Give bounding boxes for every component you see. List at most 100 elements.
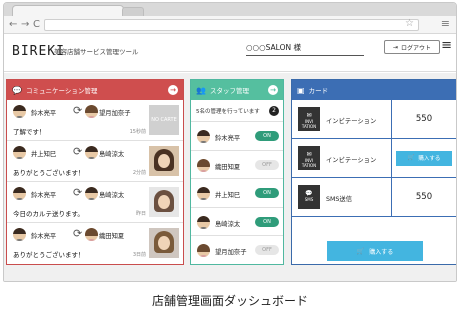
avatar <box>85 105 98 118</box>
message-text: 了解です！ <box>13 128 46 136</box>
message-time: 昨日 <box>135 211 146 217</box>
avatar <box>197 130 210 143</box>
communication-header: 💬 コミュニケーション管理 → <box>7 80 183 100</box>
exchange-icon: ⟳ <box>73 186 83 199</box>
card-header: ▣ カード <box>292 80 456 100</box>
message-text: 今日のカルテ送ります。 <box>13 210 84 218</box>
address-bar: ← → C ☆ ≡ <box>4 16 456 34</box>
staff-name: 望月加奈子 <box>215 249 247 256</box>
card-label: SMS送信 <box>326 196 353 203</box>
bookmark-star-icon[interactable]: ☆ <box>405 18 414 29</box>
back-icon[interactable]: ← <box>9 18 17 32</box>
avatar <box>85 228 98 241</box>
message-row[interactable]: 鈴木亮平 ⟳ 望月加奈子 了解です！ 15秒前 NO CARTE <box>7 100 183 141</box>
exchange-icon: ⟳ <box>73 145 83 158</box>
sms-icon: 💬 SMS <box>298 185 320 209</box>
browser-window: ← → C ☆ ≡ BIREKI 美容店舗サービス管理ツール ○○○SALON … <box>3 2 457 282</box>
staff-title: スタッフ管理 <box>209 87 249 95</box>
carte-photo-placeholder[interactable]: NO CARTE <box>149 105 179 135</box>
avatar <box>13 146 26 159</box>
card-count: 550 <box>415 192 433 202</box>
card-title: カード <box>308 87 329 95</box>
staff-row: 鈴木亮平 ON <box>191 122 283 151</box>
card-label: インビテーション <box>326 157 377 164</box>
message-time: 15秒前 <box>129 129 146 135</box>
card-panel: ▣ カード ✉ INVI TATION インビテーション 550 ✉ INVI … <box>291 79 456 265</box>
url-input[interactable]: ☆ <box>44 18 419 31</box>
message-row[interactable]: 鈴木亮平 ⟳ 織田知夏 ありがとうございます！ 3日前 <box>7 223 183 264</box>
browser-menu-icon[interactable]: ≡ <box>441 17 450 30</box>
message-row[interactable]: 井上知巳 ⟳ 島崎涼太 ありがとうございます！ 2分前 <box>7 141 183 182</box>
staff-header: 👥 スタッフ管理 → <box>191 80 283 100</box>
logout-icon: ⇥ <box>392 43 398 51</box>
avatar <box>85 146 98 159</box>
avatar <box>197 215 210 229</box>
recipient-name: 望月加奈子 <box>99 110 131 117</box>
app-subtitle: 美容店舗サービス管理ツール <box>54 48 139 56</box>
message-text: ありがとうございます！ <box>13 169 85 177</box>
avatar <box>13 187 26 200</box>
message-row[interactable]: 鈴木亮平 ⟳ 島崎涼太 今日のカルテ送ります。 昨日 <box>7 182 183 223</box>
chat-bubble-icon: 💬 <box>12 85 22 95</box>
communication-title: コミュニケーション管理 <box>25 87 98 95</box>
arrow-right-icon[interactable]: → <box>168 85 178 95</box>
avatar <box>85 187 98 200</box>
staff-toggle[interactable]: OFF <box>255 245 279 255</box>
buy-label: 購入する <box>369 248 394 256</box>
app-header: BIREKI 美容店舗サービス管理ツール ○○○SALON 様 ⇥ ログアウト … <box>4 34 456 72</box>
staff-toggle[interactable]: OFF <box>255 159 279 170</box>
avatar <box>13 228 26 241</box>
carte-photo[interactable] <box>149 187 179 217</box>
exchange-icon: ⟳ <box>73 227 83 240</box>
staff-name: 井上知巳 <box>215 192 241 199</box>
sender-name: 鈴木亮平 <box>31 233 57 240</box>
communication-panel: 💬 コミュニケーション管理 → 鈴木亮平 ⟳ 望月加奈子 了解です！ 15秒前 … <box>6 79 184 265</box>
recipient-name: 織田知夏 <box>99 233 125 240</box>
card-row: ✉ INVI TATION インビテーション 🛒 購入する <box>292 139 456 178</box>
reload-icon[interactable]: C <box>33 18 40 32</box>
staff-toggle[interactable]: ON <box>255 131 279 141</box>
buy-label: 購入する <box>418 156 441 162</box>
salon-name: ○○○SALON 様 <box>246 42 364 56</box>
logout-label: ログアウト <box>401 44 432 52</box>
staff-count-note: 5名の管理を行っています 2 <box>191 100 283 122</box>
sender-name: 鈴木亮平 <box>31 110 57 117</box>
screen-caption: 店舗管理画面ダッシュボード <box>151 294 308 308</box>
exchange-icon: ⟳ <box>73 104 83 117</box>
buy-sms-button[interactable]: 🛒 購入する <box>327 241 423 261</box>
staff-row: 島崎涼太 ON <box>191 208 283 236</box>
staff-row: 井上知巳 ON <box>191 179 283 208</box>
card-row: 💬 SMS SMS送信 550 <box>292 178 456 217</box>
staff-name: 鈴木亮平 <box>215 135 241 142</box>
message-time: 2分前 <box>132 170 146 176</box>
browser-tab[interactable] <box>12 5 124 16</box>
dashboard-content: 💬 コミュニケーション管理 → 鈴木亮平 ⟳ 望月加奈子 了解です！ 15秒前 … <box>4 73 456 281</box>
carte-photo[interactable] <box>149 228 179 258</box>
card-count: 550 <box>415 114 433 124</box>
staff-panel: 👥 スタッフ管理 → 5名の管理を行っています 2 鈴木亮平 ON 織田知夏 O… <box>190 79 284 265</box>
invitation-icon: ✉ INVI TATION <box>298 146 320 170</box>
card-label: インビテーション <box>326 118 377 125</box>
people-icon: 👥 <box>196 85 206 95</box>
message-text: ありがとうございます！ <box>13 251 85 259</box>
avatar <box>197 244 210 257</box>
arrow-right-icon[interactable]: → <box>268 85 278 95</box>
new-tab-button[interactable] <box>122 7 144 16</box>
card-icon: ▣ <box>297 85 305 95</box>
buy-invitation-button[interactable]: 🛒 購入する <box>396 150 452 166</box>
sender-name: 井上知巳 <box>31 151 57 158</box>
card-row: ✉ INVI TATION インビテーション 550 <box>292 100 456 139</box>
forward-icon[interactable]: → <box>21 18 29 32</box>
recipient-name: 島崎涼太 <box>99 192 125 199</box>
hamburger-menu-icon[interactable]: ≡ <box>441 39 452 52</box>
staff-note-text: 5名の管理を行っています <box>196 108 260 115</box>
staff-toggle[interactable]: ON <box>255 188 279 198</box>
staff-toggle[interactable]: ON <box>255 216 279 227</box>
logout-button[interactable]: ⇥ ログアウト <box>384 40 440 54</box>
invitation-icon: ✉ INVI TATION <box>298 107 320 131</box>
carte-photo[interactable] <box>149 146 179 176</box>
cart-icon: 🛒 <box>407 155 415 161</box>
cart-icon: 🛒 <box>356 247 365 255</box>
recipient-name: 島崎涼太 <box>99 151 125 158</box>
message-time: 3日前 <box>132 252 146 258</box>
